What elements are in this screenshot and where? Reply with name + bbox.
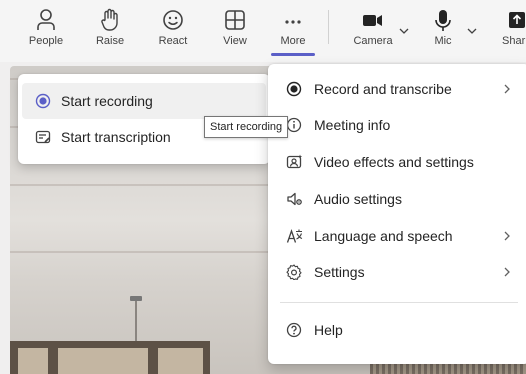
mic-button[interactable]: Mic [428,0,458,62]
settings-gear-icon [286,264,302,280]
transcript-icon [35,130,51,144]
radio-record-icon [35,93,51,109]
people-icon [37,9,55,30]
menu-item-meeting-info[interactable]: Meeting info [268,107,526,143]
start-recording-tooltip: Start recording [204,116,289,138]
view-label: View [223,35,247,47]
menu-item-record-and-transcribe[interactable]: Record and transcribe [268,71,526,107]
chevron-right-icon [504,267,510,277]
more-label: More [280,35,306,47]
mic-icon [435,10,451,31]
toolbar-divider [328,10,329,44]
raise-hand-button[interactable]: Raise [92,0,128,62]
chevron-right-icon [504,231,510,241]
more-icon [285,20,301,24]
view-button[interactable]: View [217,0,253,62]
view-icon [225,10,245,30]
start-recording-label: Start recording [61,93,153,109]
menu-separator [280,302,518,303]
more-active-indicator [271,53,315,56]
video-effects-label: Video effects and settings [314,154,474,170]
camera-icon [363,15,382,26]
start-recording-item[interactable]: Start recording [22,83,266,119]
share-label: Shar [502,35,526,47]
people-button[interactable]: People [28,0,64,62]
camera-label: Camera [353,35,393,47]
menu-item-language-and-speech[interactable]: Language and speech [268,218,526,254]
menu-item-settings[interactable]: Settings [268,254,526,290]
audio-settings-icon [287,192,302,206]
language-icon [286,229,303,243]
record-and-transcribe-label: Record and transcribe [314,81,452,97]
language-and-speech-label: Language and speech [314,228,453,244]
share-button[interactable]: Shar [500,0,526,62]
people-label: People [28,35,64,47]
react-label: React [158,35,188,47]
record-icon [286,81,302,97]
share-icon [509,12,525,28]
menu-item-audio-settings[interactable]: Audio settings [268,181,526,217]
camera-options-chevron-icon[interactable] [398,26,410,36]
react-icon [163,10,183,30]
raise-hand-icon [101,8,118,31]
menu-item-help[interactable]: Help [268,312,526,348]
info-icon [286,117,302,133]
video-effects-icon [286,154,303,169]
mic-label: Mic [434,35,452,47]
raise-label: Raise [95,35,125,47]
react-button[interactable]: React [155,0,191,62]
help-label: Help [314,322,343,338]
settings-label: Settings [314,264,365,280]
help-icon [286,322,302,338]
menu-item-video-effects[interactable]: Video effects and settings [268,144,526,180]
mic-options-chevron-icon[interactable] [466,26,478,36]
more-menu: Record and transcribe Meeting info Video… [268,64,526,364]
meeting-toolbar: People Raise React View More Camera Mic … [0,0,526,62]
meeting-info-label: Meeting info [314,117,391,133]
chevron-right-icon [504,84,510,94]
audio-settings-label: Audio settings [314,191,402,207]
start-transcription-label: Start transcription [61,129,171,145]
camera-button[interactable]: Camera [350,0,396,62]
